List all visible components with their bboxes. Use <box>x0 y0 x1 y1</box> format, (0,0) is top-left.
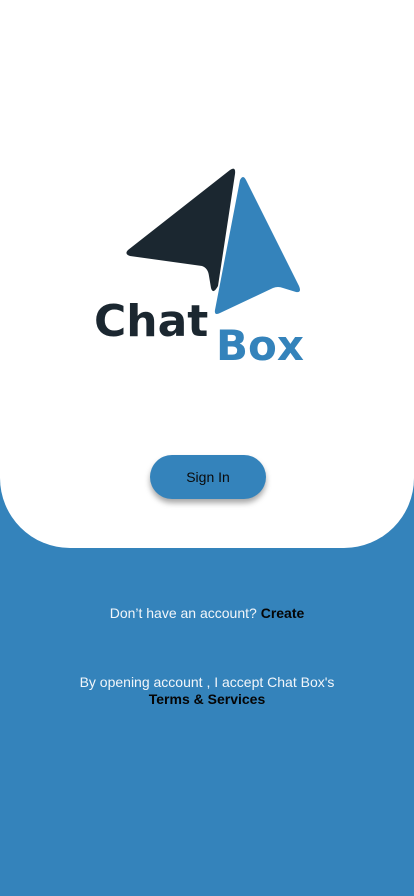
top-panel: Chat Box Sign In <box>0 0 414 548</box>
terms-text: By opening account , I accept Chat Box's <box>79 674 335 690</box>
paper-plane-logo-icon: Chat Box <box>94 168 304 367</box>
logo-word-box: Box <box>216 321 304 367</box>
logo-word-chat: Chat <box>94 296 208 347</box>
create-account-prompt: Don’t have an account? <box>109 605 261 621</box>
terms-services-link[interactable]: Terms & Services <box>0 691 414 708</box>
create-account-link[interactable]: Create <box>261 605 305 621</box>
app-logo: Chat Box <box>90 162 320 367</box>
create-account-row: Don’t have an account? Create <box>0 605 414 621</box>
terms-notice: By opening account , I accept Chat Box's… <box>0 674 414 708</box>
sign-in-button[interactable]: Sign In <box>150 455 266 499</box>
